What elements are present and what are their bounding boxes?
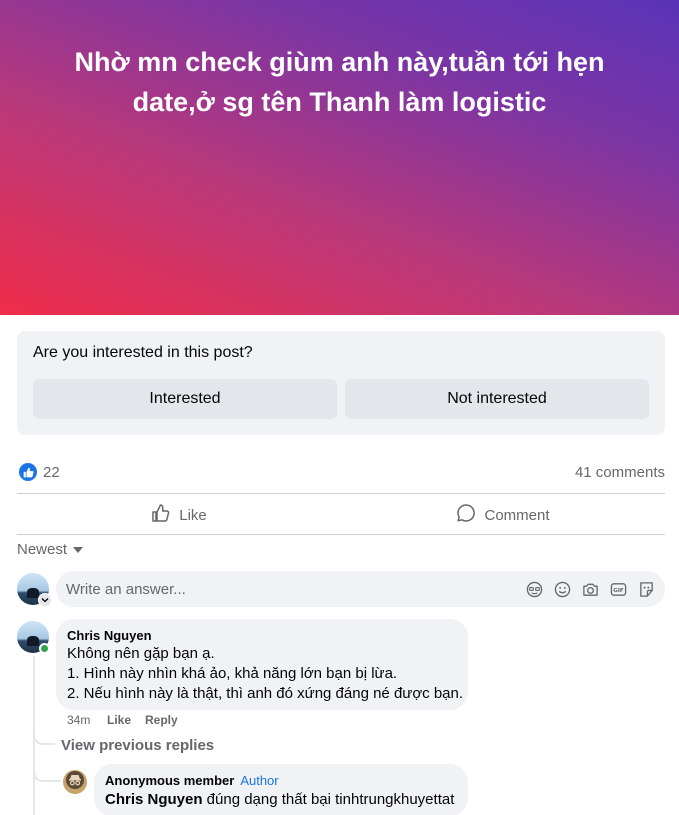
mention-link[interactable]: Chris Nguyen — [105, 791, 203, 808]
comment-author[interactable]: Chris Nguyen — [67, 628, 152, 643]
online-status-dot — [39, 643, 50, 654]
sort-label: Newest — [17, 541, 68, 558]
camera-icon[interactable] — [581, 580, 599, 598]
gif-icon[interactable]: GIF — [609, 580, 627, 598]
comment-button[interactable]: Comment — [341, 495, 665, 535]
comment-label: Comment — [484, 506, 550, 524]
divider — [17, 534, 665, 535]
comment-icon — [456, 503, 476, 527]
post-banner: Nhờ mn check giùm anh này,tuần tới hẹn d… — [0, 0, 679, 315]
thumbs-up-icon — [151, 503, 171, 527]
comment-like-button[interactable]: Like — [107, 713, 131, 727]
interest-question: Are you interested in this post? — [33, 344, 253, 361]
chevron-down-icon[interactable] — [38, 593, 52, 607]
thread-connector — [33, 762, 61, 782]
avatar-sticker-icon[interactable] — [525, 580, 543, 598]
view-previous-replies[interactable]: View previous replies — [61, 737, 214, 754]
comments-count[interactable]: 41 comments — [575, 464, 665, 481]
comment-bubble: Chris Nguyen Không nên gặp bạn ạ. 1. Hìn… — [56, 619, 468, 710]
sort-dropdown[interactable]: Newest — [17, 541, 84, 558]
comment-text-line: 2. Nếu hình này là thật, thì anh đó xứng… — [67, 685, 464, 702]
comment-text-line: 1. Hình này nhìn khá ảo, khả năng lớn bạ… — [67, 665, 398, 682]
like-reaction-icon[interactable] — [19, 463, 37, 481]
comment-reply-button[interactable]: Reply — [145, 713, 178, 727]
sticker-icon[interactable] — [637, 580, 655, 598]
interest-prompt: Are you interested in this post? Interes… — [17, 331, 665, 435]
not-interested-button[interactable]: Not interested — [345, 379, 649, 419]
post-title: Nhờ mn check giùm anh này,tuần tới hẹn d… — [74, 47, 605, 117]
emoji-icon[interactable] — [553, 580, 571, 598]
author-badge: Author — [240, 773, 279, 788]
reply-author-row: Anonymous member Author — [105, 773, 279, 788]
reply-body: đúng dạng thất bại tinhtrungkhuyettat — [202, 791, 455, 808]
reply-bubble: Anonymous member Author Chris Nguyen đúng… — [94, 764, 468, 815]
reply-text: Chris Nguyen đúng dạng thất bại tinhtrun… — [105, 791, 454, 808]
comment-text-line: Không nên gặp bạn ạ. — [67, 645, 215, 662]
like-count[interactable]: 22 — [43, 464, 60, 481]
interested-button[interactable]: Interested — [33, 379, 337, 419]
caret-down-icon — [73, 546, 84, 553]
composer-tools: GIF — [525, 580, 655, 598]
anonymous-avatar[interactable] — [63, 770, 87, 794]
incognito-icon — [66, 770, 84, 794]
comment-timestamp[interactable]: 34m — [67, 713, 90, 727]
like-button[interactable]: Like — [17, 495, 341, 535]
like-label: Like — [179, 506, 207, 524]
divider — [17, 493, 665, 494]
svg-text:GIF: GIF — [613, 587, 624, 593]
reply-author[interactable]: Anonymous member — [105, 773, 234, 788]
reaction-stats: 22 41 comments — [17, 460, 665, 486]
answer-input[interactable] — [66, 571, 516, 607]
thread-connector — [33, 730, 55, 745]
post-actions: Like Comment — [17, 495, 665, 535]
answer-composer: GIF — [56, 571, 665, 607]
